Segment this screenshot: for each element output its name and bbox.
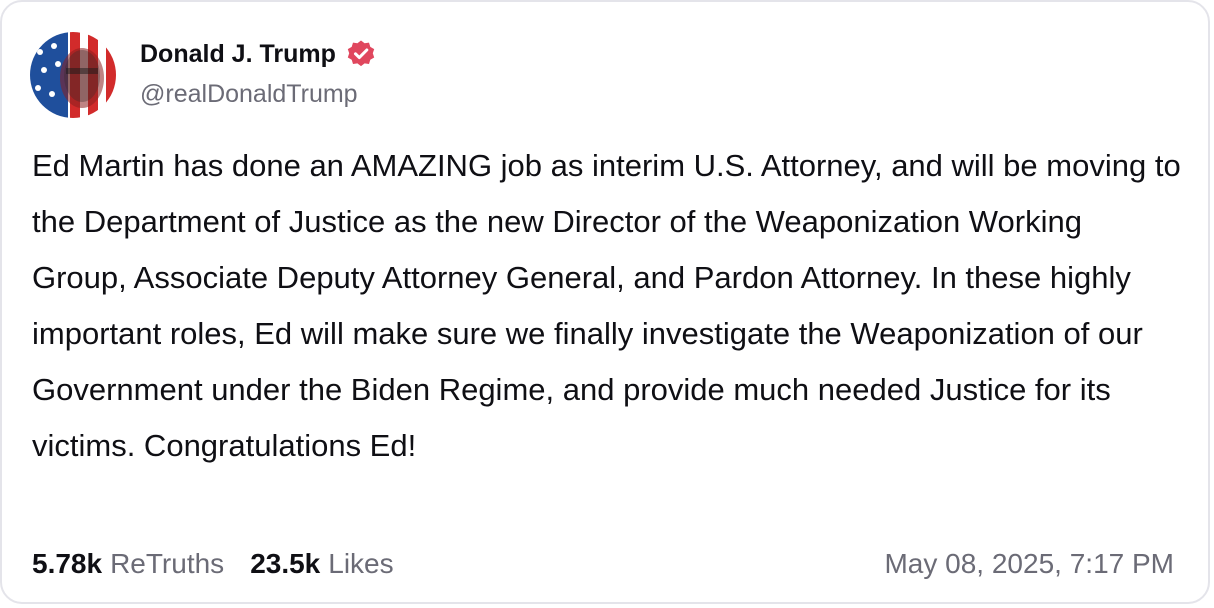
retruths-stat[interactable]: 5.78k ReTruths [32, 548, 224, 580]
author-avatar[interactable] [30, 32, 116, 118]
post-timestamp[interactable]: May 08, 2025, 7:17 PM [884, 548, 1174, 580]
likes-stat[interactable]: 23.5k Likes [250, 548, 393, 580]
post-text: Ed Martin has done an AMAZING job as int… [32, 148, 1181, 463]
author-display-name[interactable]: Donald J. Trump [140, 40, 336, 69]
post-footer: 5.78k ReTruths 23.5k Likes May 08, 2025,… [32, 542, 1174, 586]
likes-label: Likes [328, 548, 394, 579]
avatar-image [30, 32, 116, 118]
post-card: Donald J. Trump @realDonaldTrump Ed Mart… [0, 0, 1210, 604]
verified-badge-icon [346, 39, 376, 69]
retruths-label: ReTruths [110, 548, 225, 579]
author-handle[interactable]: @realDonaldTrump [140, 80, 358, 109]
author-name-row: Donald J. Trump [140, 36, 376, 72]
retruths-count: 5.78k [32, 548, 103, 579]
likes-count: 23.5k [250, 548, 321, 579]
